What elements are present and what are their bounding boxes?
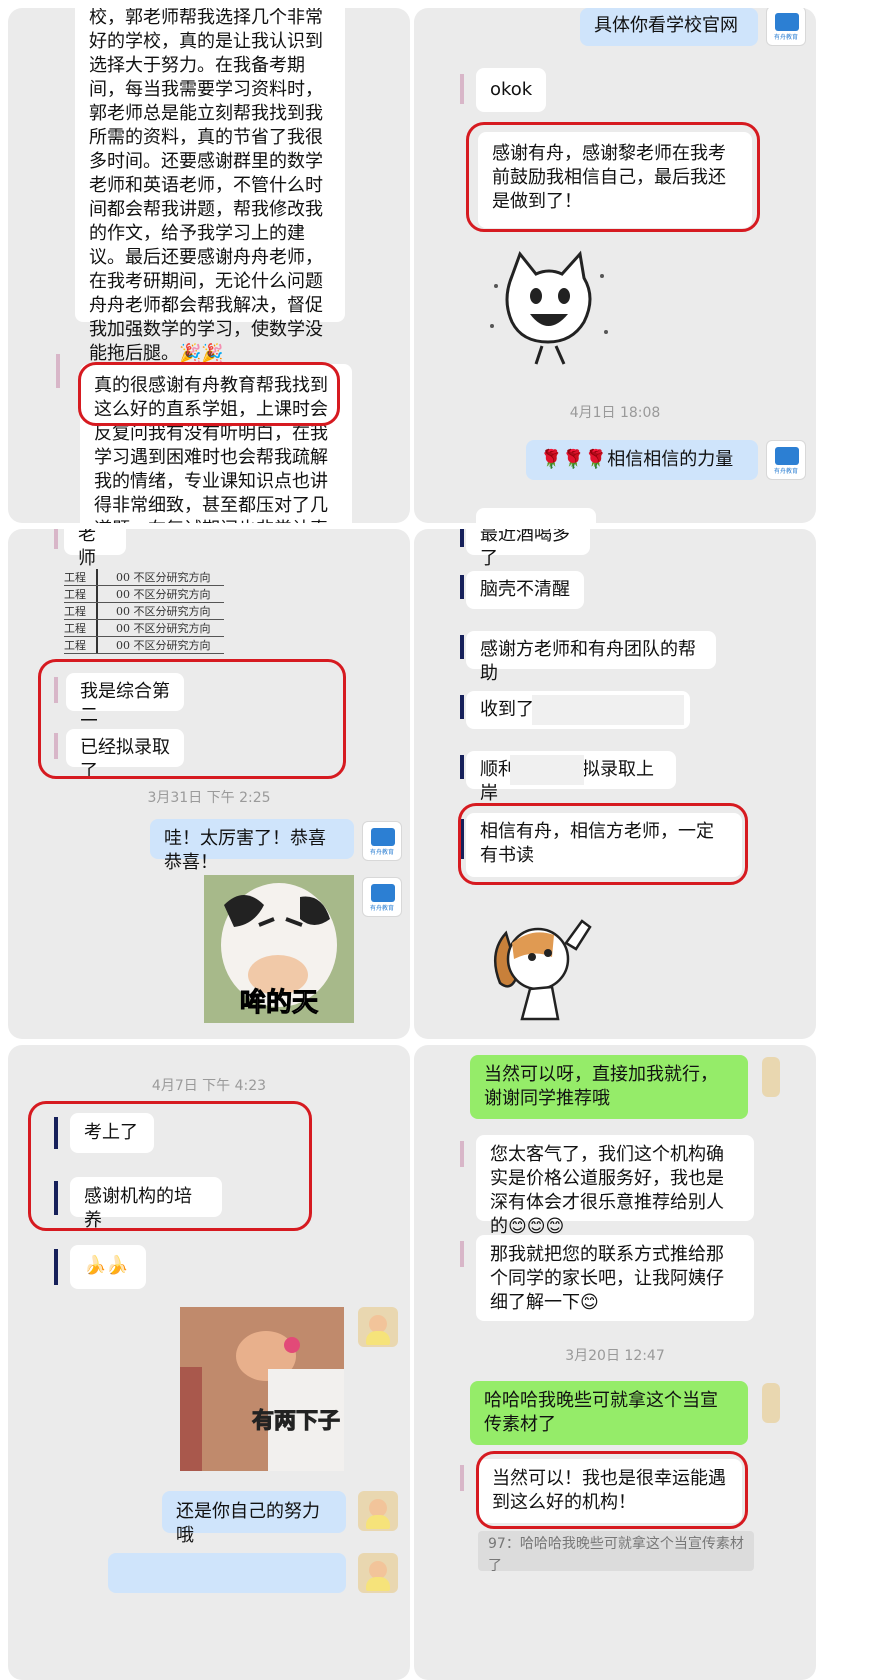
user-avatar[interactable] xyxy=(762,1383,780,1423)
sender-marker xyxy=(460,575,464,599)
table-cell: 工程 xyxy=(64,569,98,585)
chat-panel-3: 老师 工程 00 不区分研究方向 工程 00 不区分研究方向 工程 00 不区分研究方… xyxy=(8,529,410,1039)
message-bubble[interactable]: 感谢方老师和有舟团队的帮助 xyxy=(466,631,716,684)
highlight-box xyxy=(78,362,340,426)
logo-icon xyxy=(371,884,395,902)
sender-marker xyxy=(460,74,464,104)
avatar-caption: 有舟教育 xyxy=(773,468,798,475)
user-avatar[interactable] xyxy=(358,1491,398,1531)
message-bubble[interactable]: okok xyxy=(476,68,546,112)
timestamp: 4月7日 下午 4:23 xyxy=(151,1078,267,1094)
highlight-box xyxy=(38,659,346,779)
timestamp: 4月1日 18:08 xyxy=(569,405,661,421)
table-cell: 00 不区分研究方向 xyxy=(116,622,211,635)
table-cell: 00 不区分研究方向 xyxy=(116,639,211,652)
message-bubble[interactable]: 那我就把您的联系方式推给那个同学的家长吧，让我阿姨仔细了解一下😊 xyxy=(476,1235,754,1321)
sender-marker xyxy=(460,755,464,779)
sticker-caption: 有两下子 xyxy=(251,1409,340,1435)
org-logo-avatar[interactable]: 有舟教育 xyxy=(362,877,402,917)
cat-sticker[interactable] xyxy=(484,246,614,366)
message-bubble[interactable]: 🍌🍌 xyxy=(70,1245,146,1289)
avatar-body xyxy=(366,1515,390,1529)
table-row: 工程 00 不区分研究方向 xyxy=(64,637,224,654)
org-logo-avatar[interactable]: 有舟教育 xyxy=(362,821,402,861)
sender-marker xyxy=(460,1465,464,1491)
redacted-area xyxy=(510,755,584,785)
cow-sticker[interactable]: 哞的天 xyxy=(204,875,354,1023)
chat-panel-2: 具体你看学校官网 有舟教育 okok 感谢有舟，感谢黎老师在我考前鼓励我相信自己… xyxy=(414,8,816,523)
table-cell: 工程 xyxy=(64,637,98,653)
message-bubble[interactable]: 🌹🌹🌹相信相信的力量 xyxy=(526,440,758,480)
highlight-box xyxy=(458,803,748,885)
table-row: 工程 00 不区分研究方向 xyxy=(64,586,224,603)
table-cell: 工程 xyxy=(64,620,98,636)
table-row: 工程 00 不区分研究方向 xyxy=(64,603,224,620)
message-bubble[interactable]: 最近酒喝多了 xyxy=(466,529,590,569)
chat-panel-5: 4月7日 下午 4:23 考上了 感谢机构的培养 🍌🍌 有两下子 还是你自己的努… xyxy=(8,1045,410,1680)
chat-panel-6: 当然可以呀，直接加我就行，谢谢同学推荐哦 您太客气了，我们这个机构确实是价格公道… xyxy=(414,1045,816,1680)
sender-marker xyxy=(460,529,464,547)
avatar-caption: 有舟教育 xyxy=(773,34,798,41)
highlight-box xyxy=(476,1451,748,1529)
user-avatar[interactable] xyxy=(762,1057,780,1097)
sender-marker xyxy=(54,1249,58,1285)
avatar-caption: 有舟教育 xyxy=(369,849,394,856)
avatar-caption: 有舟教育 xyxy=(369,905,394,912)
dog-sticker[interactable] xyxy=(482,913,602,1023)
sender-marker xyxy=(460,635,464,659)
table-cell: 00 不区分研究方向 xyxy=(116,588,211,601)
redacted-area xyxy=(532,695,684,725)
user-avatar[interactable] xyxy=(358,1553,398,1593)
message-bubble[interactable]: 哇！太厉害了！恭喜恭喜！ xyxy=(150,819,354,873)
chat-panel-4: 最近酒喝多了 脑壳不清醒 感谢方老师和有舟团队的帮助 收到了 顺利 拟录取上岸 相… xyxy=(414,529,816,1039)
logo-icon xyxy=(371,828,395,846)
sticker-caption: 哞的天 xyxy=(239,988,318,1019)
message-bubble[interactable] xyxy=(476,508,596,523)
highlight-box xyxy=(28,1101,312,1231)
sender-marker xyxy=(460,1241,464,1267)
toddler-sticker[interactable]: 有两下子 xyxy=(180,1307,344,1471)
org-logo-avatar[interactable]: 有舟教育 xyxy=(766,8,806,46)
table-cell: 00 不区分研究方向 xyxy=(116,605,211,618)
sender-marker xyxy=(460,695,464,719)
timestamp: 3月20日 12:47 xyxy=(565,1348,665,1364)
table-cell: 工程 xyxy=(64,586,98,602)
message-bubble[interactable]: 脑壳不清醒 xyxy=(466,571,584,609)
score-table-image[interactable]: 工程 00 不区分研究方向 工程 00 不区分研究方向 工程 00 不区分研究方向 工… xyxy=(64,569,224,654)
quoted-message[interactable]: 97：哈哈哈我晚些可就拿这个当宣传素材了 xyxy=(478,1531,754,1571)
table-row: 工程 00 不区分研究方向 xyxy=(64,620,224,637)
message-bubble[interactable]: 当然可以呀，直接加我就行，谢谢同学推荐哦 xyxy=(470,1055,748,1119)
sender-marker xyxy=(460,1141,464,1167)
logo-icon xyxy=(775,13,799,31)
message-bubble[interactable]: 校，郭老师帮我选择几个非常好的学校，真的是让我认识到选择大于努力。在我备考期间，… xyxy=(75,8,345,364)
user-avatar[interactable] xyxy=(358,1307,398,1347)
message-bubble[interactable] xyxy=(108,1553,346,1593)
message-bubble[interactable]: 您太客气了，我们这个机构确实是价格公道服务好，我也是深有体会才很乐意推荐给别人的… xyxy=(476,1135,754,1237)
table-row: 工程 00 不区分研究方向 xyxy=(64,569,224,586)
message-bubble[interactable]: 哈哈哈我晚些可就拿这个当宣传素材了 xyxy=(470,1381,748,1445)
highlight-box xyxy=(466,122,760,232)
message-bubble[interactable]: 老师 xyxy=(64,529,126,569)
message-bubble[interactable]: 具体你看学校官网 xyxy=(580,8,758,46)
message-bubble[interactable]: 还是你自己的努力哦 xyxy=(162,1491,346,1546)
timestamp: 3月31日 下午 2:25 xyxy=(147,790,271,806)
org-logo-avatar[interactable]: 有舟教育 xyxy=(766,440,806,480)
chat-panel-1: 校，郭老师帮我选择几个非常好的学校，真的是让我认识到选择大于努力。在我备考期间，… xyxy=(8,8,410,523)
sender-marker xyxy=(54,529,58,549)
sender-marker xyxy=(56,354,60,388)
avatar-body xyxy=(366,1577,390,1591)
avatar-body xyxy=(366,1331,390,1345)
table-cell: 00 不区分研究方向 xyxy=(116,571,211,584)
logo-icon xyxy=(775,447,799,465)
message-text: 收到了 xyxy=(480,699,534,720)
table-cell: 工程 xyxy=(64,603,98,619)
